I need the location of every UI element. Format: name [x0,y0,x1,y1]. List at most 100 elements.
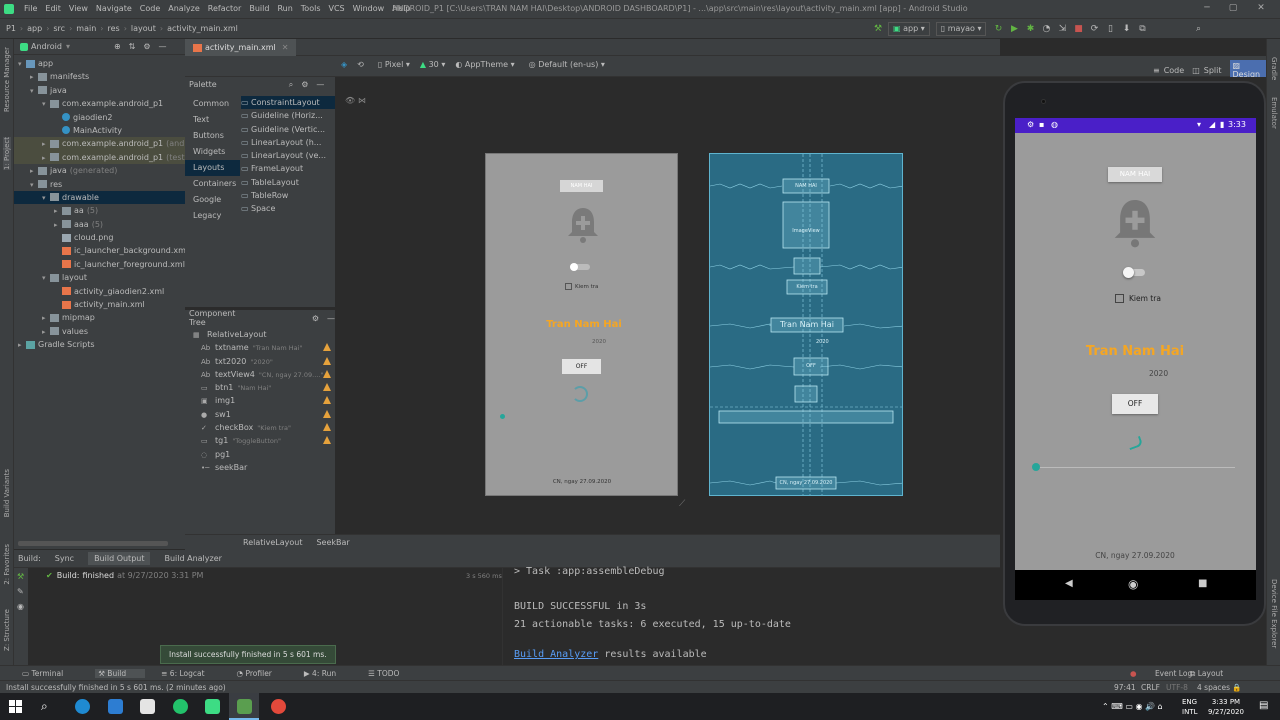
emulator-tab[interactable]: Emulator [1270,97,1278,129]
mail-icon[interactable] [108,699,123,714]
indent-setting[interactable]: 4 spaces [1197,683,1230,692]
edge-icon[interactable] [75,699,90,714]
chevron-down-icon[interactable]: ▾ [66,42,70,51]
phone-seekbar-track[interactable] [1037,467,1235,468]
build-tab[interactable]: ⚒ Build [95,668,146,678]
project-tree-item[interactable]: activity_giaodien2.xml [14,285,185,298]
chevron-down-icon[interactable]: ▾ [30,179,38,192]
project-tree-item[interactable]: ▾ drawable [14,190,185,205]
project-tree-item[interactable]: cloud.png [14,231,185,244]
search-icon[interactable]: ⌕ [41,699,48,714]
project-tree-item[interactable]: ic_launcher_foreground.xml(v24) [14,258,209,271]
collapse-icon[interactable]: ⇅ [129,42,136,51]
project-tree-item[interactable]: giaodien2 [14,111,185,124]
component-tree-item[interactable]: Ab txt2020 "2020" [185,355,335,368]
chevron-right-icon[interactable]: ▸ [42,152,50,165]
api-select[interactable]: ▲ 30 ▾ [420,60,445,69]
component-tree-item[interactable]: ▣ img1 [185,394,335,407]
palette-item[interactable]: ▭ TableLayout [241,176,335,189]
palette-item[interactable]: ▭ LinearLayout (h... [241,136,335,149]
breadcrumb-item[interactable]: src [53,24,65,33]
structure-tab[interactable]: Z: Structure [3,609,11,651]
caret-position[interactable]: 97:41 [1114,683,1136,692]
project-tree-item[interactable]: ▾ java [14,84,185,97]
palette-category-widgets[interactable]: Widgets [185,144,240,160]
file-encoding[interactable]: UTF-8 [1166,683,1188,692]
menu-build[interactable]: Build [249,4,269,13]
component-tree-item[interactable]: ◌ pg1 [185,448,335,461]
design-surface[interactable]: NAM HAI Kiem tra Tran Nam Hai 2020 OFF C… [485,153,678,496]
line-separator[interactable]: CRLF [1141,683,1160,692]
warning-icon[interactable] [323,369,331,378]
warning-icon[interactable] [323,436,331,445]
sync-gradle-icon[interactable]: ⟳ [1088,23,1100,35]
android-studio-active-icon[interactable] [237,699,252,714]
store-icon[interactable] [140,699,155,714]
run-config-select[interactable]: ▣ app ▾ [888,22,930,36]
hide-icon[interactable]: — [327,314,335,323]
project-tree-item[interactable]: ▸ manifests [14,70,185,83]
chevron-down-icon[interactable]: ▾ [30,85,38,98]
warning-icon[interactable] [323,423,331,432]
project-tree-item[interactable]: ▾ com.example.android_p1 [14,97,185,110]
device-select-design[interactable]: ▯ Pixel ▾ [378,60,410,69]
windows-start-icon[interactable] [9,700,22,713]
palette-item[interactable]: ▭ Guideline (Horiz... [241,109,335,122]
horizontal-scrollbar[interactable] [18,541,168,546]
chevron-down-icon[interactable]: ▾ [42,272,50,285]
component-tree-item[interactable]: ▦ RelativeLayout [185,328,335,341]
chevron-right-icon[interactable]: ▸ [42,312,50,325]
palette-category-legacy[interactable]: Legacy [185,208,240,224]
profile-icon[interactable]: ◔ [1040,23,1052,35]
tab-build-analyzer[interactable]: Build Analyzer [164,554,221,563]
menu-tools[interactable]: Tools [301,4,321,13]
phone-screen[interactable]: NAM HAI Kiem tra Tran Nam Hai 2020 OFF C… [1015,133,1256,570]
design-seekbar-thumb[interactable] [500,414,505,419]
debug-icon[interactable]: ✱ [1024,23,1036,35]
project-tree-item[interactable]: ▸ java (generated) [14,164,185,177]
component-tree-item[interactable]: Ab textView4 "CN, ngay 27.09...." [185,368,335,381]
menu-run[interactable]: Run [277,4,292,13]
code-mode-button[interactable]: Code [1164,66,1184,75]
project-tree-item[interactable]: ▸ values [14,325,185,338]
project-tree-item[interactable]: ▸ Gradle Scripts [14,338,185,351]
hide-icon[interactable]: — [159,42,167,51]
project-tree-item[interactable]: MainActivity [14,124,185,137]
design-switch[interactable] [570,263,590,271]
breadcrumb-item[interactable]: res [107,24,119,33]
logcat-tab[interactable]: ≡ 6: Logcat [161,669,220,678]
component-tree-item[interactable]: ● sw1 [185,408,335,421]
project-tree-item[interactable]: ▸com.example.android_p1(androidTest) [14,137,219,151]
clock[interactable]: 3:33 PM 9/27/2020 [1206,697,1246,717]
status-message[interactable]: Install successfully finished in 5 s 601… [6,683,226,692]
nam-hai-button[interactable]: NAM HAI [1108,167,1162,182]
chevron-down-icon[interactable]: ▾ [18,58,26,71]
build-variants-tab[interactable]: Build Variants [3,469,11,517]
project-tab[interactable]: 1: Project [3,137,11,170]
project-tree-item[interactable]: ▾ res [14,178,185,191]
home-icon[interactable]: ◉ [1128,577,1138,591]
run-tab[interactable]: ▶ 4: Run [304,669,352,678]
apply-changes-icon[interactable]: ↻ [992,23,1004,35]
search-icon[interactable]: ⌕ [289,77,293,93]
breadcrumb-item[interactable]: main [76,24,96,33]
breadcrumb-item[interactable]: activity_main.xml [167,24,238,33]
warning-icon[interactable] [323,356,331,365]
design-checkbox[interactable]: Kiem tra [565,283,598,290]
theme-select[interactable]: ◐ AppTheme ▾ [455,60,514,69]
project-tree-item[interactable]: ic_launcher_background.xml [14,244,188,257]
maximize-icon[interactable]: ▢ [1226,3,1240,15]
component-tree-item[interactable]: Ab txtname "Tran Nam Hai" [185,341,335,354]
chevron-right-icon[interactable]: ▸ [54,205,62,218]
lock-icon[interactable]: 🔒 [1232,683,1241,692]
menu-analyze[interactable]: Analyze [168,4,200,13]
project-view-select[interactable]: Android [31,42,62,51]
locale-select[interactable]: ◎ Default (en-us) ▾ [529,60,605,69]
menu-vcs[interactable]: VCS [329,4,345,13]
palette-category-layouts[interactable]: Layouts [185,160,240,176]
system-tray-icons[interactable]: ⌃ ⌨ ▭ ◉ 🔊 ⌂ [1102,702,1163,711]
menu-view[interactable]: View [69,4,88,13]
component-tree-item[interactable]: ▭ tg1 "ToggleButton" [185,434,335,447]
device-select[interactable]: ▯ mayao ▾ [935,22,987,36]
orientation-icon[interactable]: ⟲ [357,60,364,69]
